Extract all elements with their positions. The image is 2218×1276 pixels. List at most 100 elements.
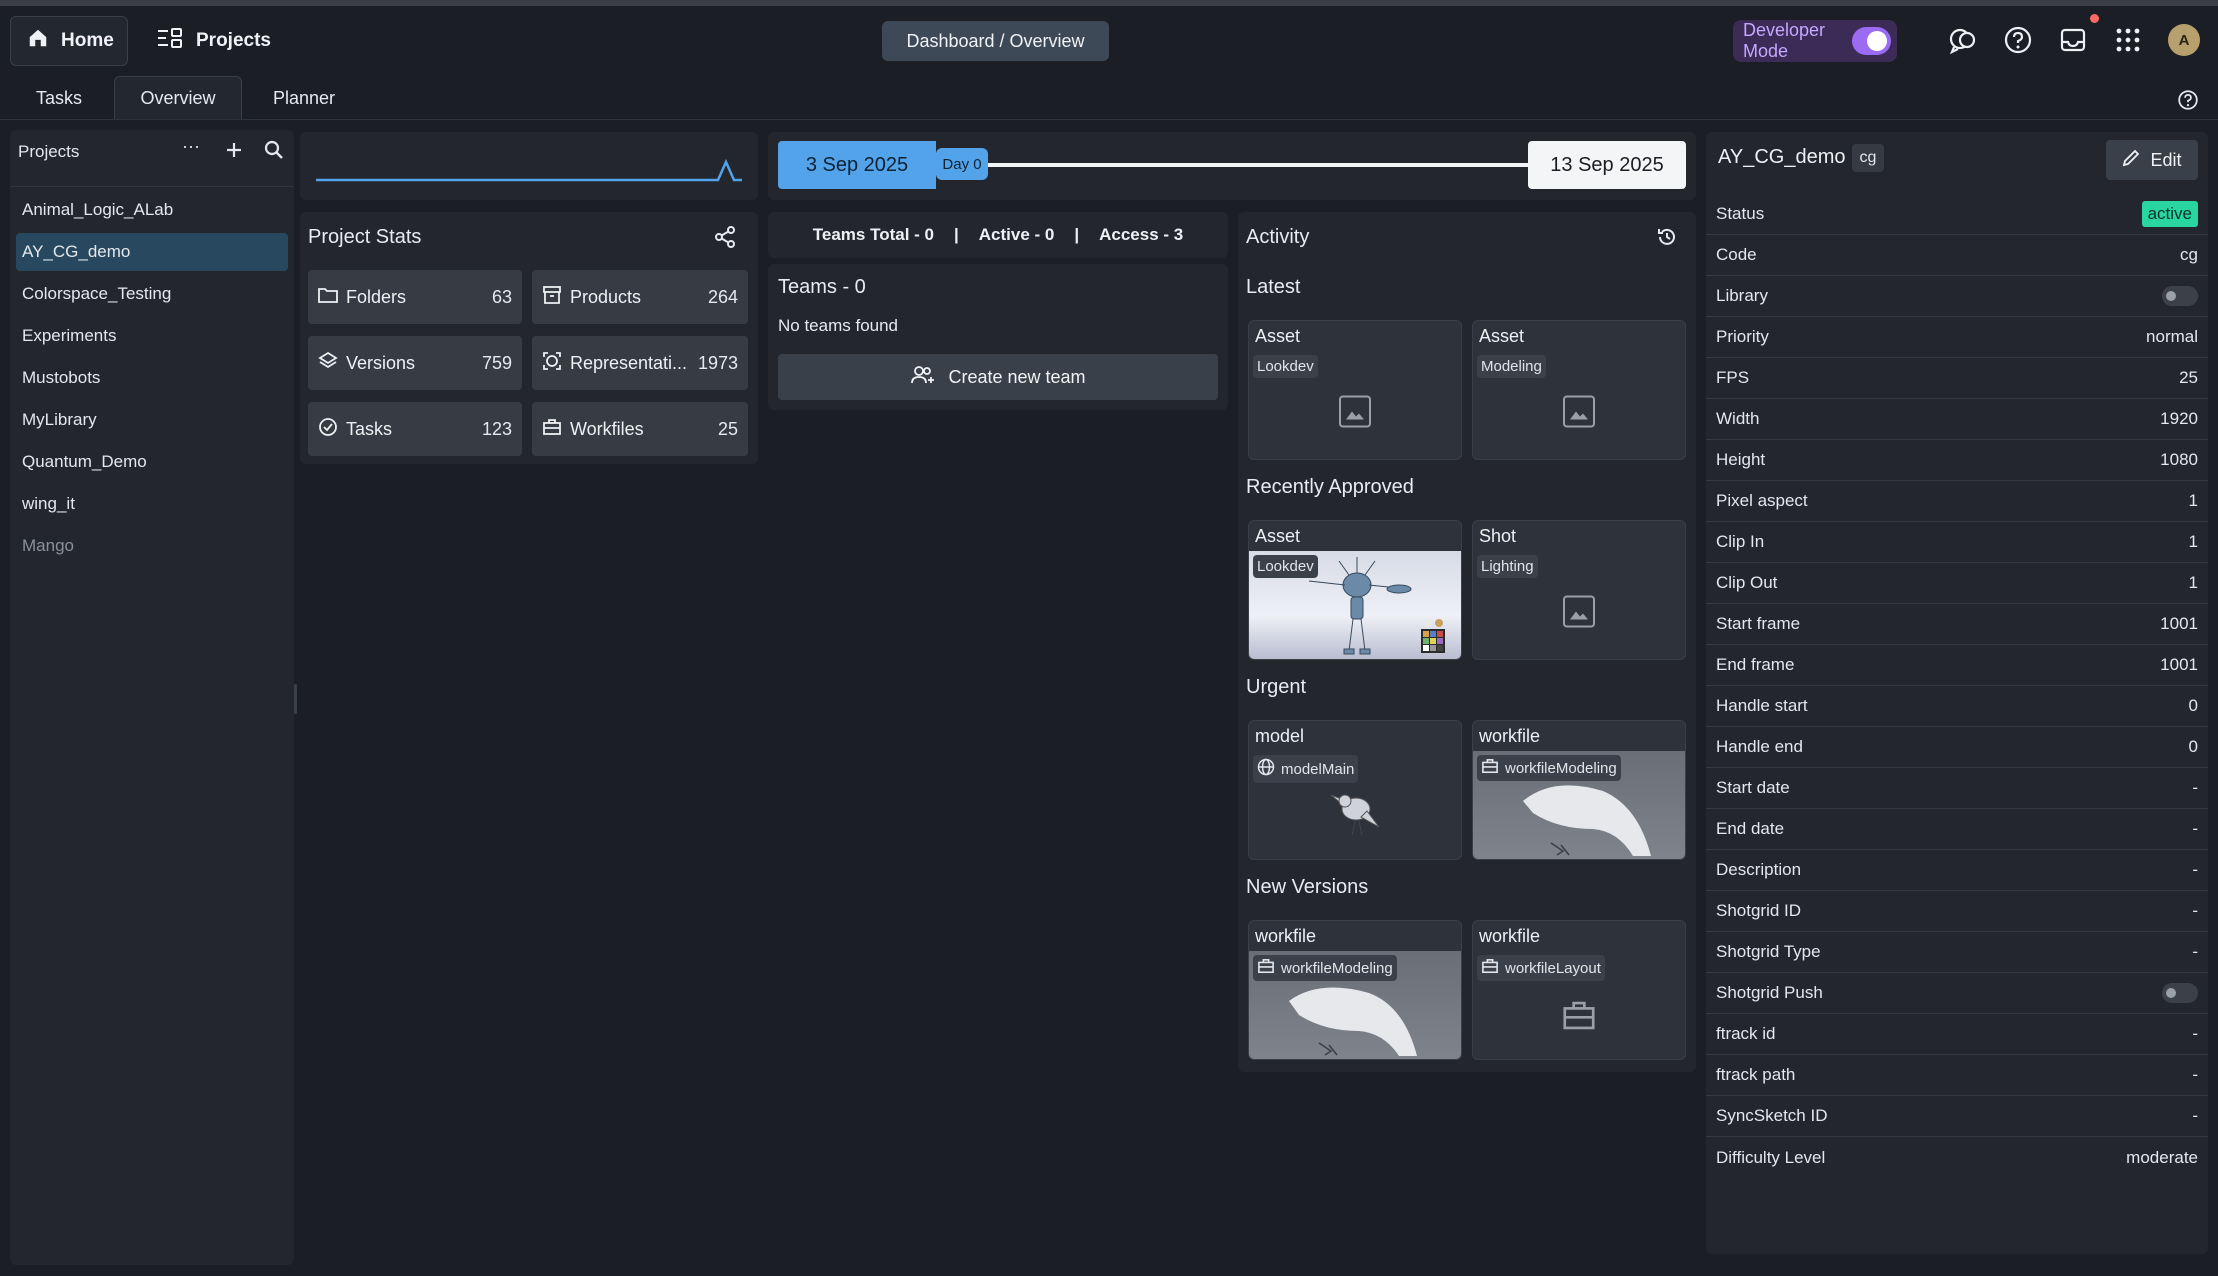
attr-row-priority: Priority normal <box>1706 317 2208 358</box>
attr-key: Height <box>1716 450 1766 469</box>
chip-label: workfileModeling <box>1505 759 1617 777</box>
stat-label: Workfiles <box>570 418 644 439</box>
tab-overview[interactable]: Overview <box>114 76 242 120</box>
latest-card-1[interactable]: Asset Lookdev <box>1248 320 1462 460</box>
projects-label: Projects <box>196 30 271 51</box>
attr-value: normal <box>2146 327 2198 346</box>
share-icon[interactable] <box>714 226 736 253</box>
image-placeholder-icon <box>1338 394 1372 433</box>
stat-card-folders[interactable]: Folders 63 <box>308 270 522 324</box>
sidebar-item-ay-cg-demo[interactable]: AY_CG_demo <box>16 233 288 271</box>
inbox-icon[interactable] <box>2055 22 2091 58</box>
timeline-start-date[interactable]: 3 Sep 2025 <box>778 141 936 189</box>
stat-card-tasks[interactable]: Tasks 123 <box>308 402 522 456</box>
page-help-icon[interactable] <box>2170 82 2206 118</box>
attr-key: Handle end <box>1716 737 1803 756</box>
attr-value: 25 <box>2179 368 2198 387</box>
stat-card-representations[interactable]: Representati... 1973 <box>532 336 748 390</box>
timeline-end-date[interactable]: 13 Sep 2025 <box>1528 141 1686 189</box>
edit-project-button[interactable]: Edit <box>2106 140 2198 180</box>
folder-icon <box>318 286 338 309</box>
projects-button[interactable]: Projects <box>140 16 287 66</box>
sidebar-item-colorspace-testing[interactable]: Colorspace_Testing <box>16 275 288 313</box>
card-task-chip: Lookdev <box>1253 555 1318 578</box>
urgent-card-1[interactable]: model modelMain <box>1248 720 1462 860</box>
pencil-icon <box>2122 149 2140 172</box>
sidebar-item-quantum-demo[interactable]: Quantum_Demo <box>16 443 288 481</box>
stat-label: Folders <box>346 286 407 307</box>
apps-grid-icon[interactable] <box>2110 22 2146 58</box>
projects-sidebar: Projects ··· Animal_Logic_ALab AY_CG_dem… <box>10 130 294 1265</box>
user-avatar[interactable]: A <box>2168 24 2200 56</box>
urgent-title: Urgent <box>1246 676 1307 698</box>
chip-label: workfileLayout <box>1505 959 1601 977</box>
shotgrid-push-toggle[interactable] <box>2162 983 2198 1003</box>
stat-label: Versions <box>346 352 416 373</box>
attr-value: cg <box>2180 245 2198 264</box>
card-task-chip: Modeling <box>1477 355 1546 378</box>
project-stats-panel: Project Stats Folders 63 Products 264 Ve… <box>300 212 758 464</box>
attr-value: moderate <box>2126 1147 2198 1167</box>
attr-value: - <box>2192 819 2198 838</box>
activity-sparkline <box>300 132 758 200</box>
attr-value: - <box>2192 1106 2198 1125</box>
stat-value: 264 <box>707 286 738 307</box>
product-icon <box>542 285 562 310</box>
projects-icon <box>156 26 184 56</box>
robot-thumbnail: Lookdev <box>1249 551 1461 659</box>
home-button[interactable]: Home <box>10 16 128 66</box>
tab-tasks[interactable]: Tasks <box>18 76 100 120</box>
sidebar-resize-handle[interactable] <box>294 684 297 714</box>
window-top-border <box>0 0 2218 6</box>
stat-value: 1973 <box>697 352 738 373</box>
help-icon[interactable] <box>2000 22 2036 58</box>
teams-panel: Teams - 0 No teams found Create new team <box>768 264 1228 410</box>
create-team-button[interactable]: Create new team <box>778 354 1218 400</box>
library-toggle[interactable] <box>2162 286 2198 306</box>
add-project-icon[interactable] <box>224 140 244 165</box>
attr-key: Library <box>1716 286 1768 305</box>
card-entity-type: Asset <box>1255 525 1301 546</box>
sidebar-more-button[interactable]: ··· <box>182 136 200 157</box>
stat-card-versions[interactable]: Versions 759 <box>308 336 522 390</box>
attr-value: - <box>2192 901 2198 920</box>
stat-label: Products <box>570 286 642 307</box>
approved-card-2[interactable]: Shot Lighting <box>1472 520 1686 660</box>
attr-key: Shotgrid ID <box>1716 901 1802 920</box>
dev-mode-switch[interactable] <box>1852 27 1891 55</box>
chip-label: modelMain <box>1281 760 1355 778</box>
attr-key: Priority <box>1716 327 1769 346</box>
sidebar-item-experiments[interactable]: Experiments <box>16 317 288 355</box>
approved-card-1[interactable]: Asset Lookdev <box>1248 520 1462 660</box>
attr-value: - <box>2192 942 2198 961</box>
tab-planner[interactable]: Planner <box>258 76 350 120</box>
sidebar-item-mylibrary[interactable]: MyLibrary <box>16 401 288 439</box>
search-icon[interactable] <box>264 140 284 165</box>
sidebar-item-animal-logic-alab[interactable]: Animal_Logic_ALab <box>16 191 288 229</box>
attr-row-shotgrid-push: Shotgrid Push <box>1706 973 2208 1014</box>
history-icon[interactable] <box>1656 226 1678 253</box>
stat-card-workfiles[interactable]: Workfiles 25 <box>532 402 748 456</box>
globe-icon <box>1257 758 1275 780</box>
breadcrumb[interactable]: Dashboard / Overview <box>882 21 1109 61</box>
sidebar-item-mango[interactable]: Mango <box>16 527 288 565</box>
developer-mode-toggle[interactable]: Developer Mode <box>1733 20 1897 62</box>
attr-key: Code <box>1716 245 1757 264</box>
stat-value: 25 <box>717 418 738 439</box>
card-task-chip: Lookdev <box>1253 355 1318 378</box>
dev-mode-label: Developer Mode <box>1743 20 1826 61</box>
attr-row-shotgrid-type: Shotgrid Type - <box>1706 932 2208 973</box>
new-version-card-1[interactable]: workfile workfileModeling <box>1248 920 1462 1060</box>
latest-card-2[interactable]: Asset Modeling <box>1472 320 1686 460</box>
sidebar-item-wing-it[interactable]: wing_it <box>16 485 288 523</box>
briefcase-placeholder-icon <box>1561 999 1597 1036</box>
chat-icon[interactable] <box>1945 22 1981 58</box>
attr-key: Handle start <box>1716 696 1808 715</box>
new-version-card-2[interactable]: workfile workfileLayout <box>1472 920 1686 1060</box>
approved-title: Recently Approved <box>1246 476 1414 498</box>
card-entity-type: model <box>1255 725 1305 746</box>
sidebar-item-mustobots[interactable]: Mustobots <box>16 359 288 397</box>
urgent-card-2[interactable]: workfile workfileModeling <box>1472 720 1686 860</box>
attr-key: ftrack path <box>1716 1065 1796 1084</box>
stat-card-products[interactable]: Products 264 <box>532 270 748 324</box>
